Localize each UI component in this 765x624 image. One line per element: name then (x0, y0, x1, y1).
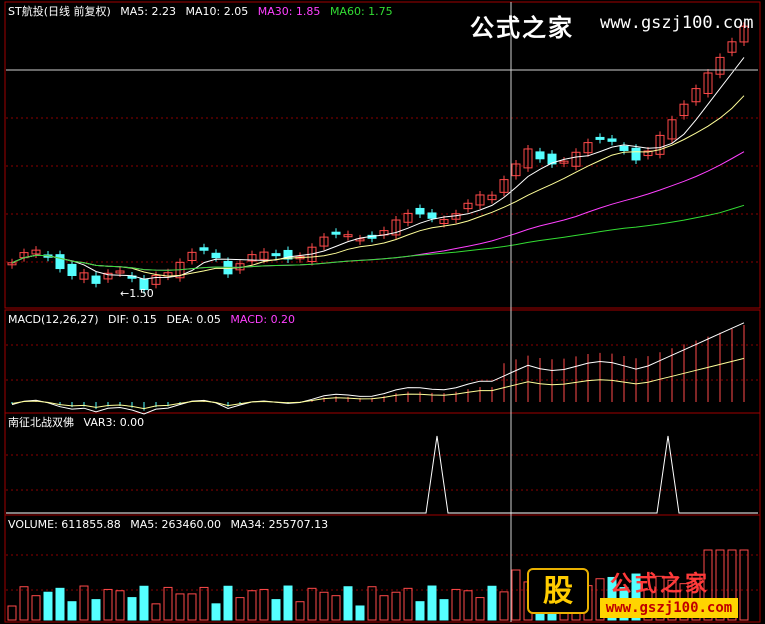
volume-bar (355, 605, 365, 621)
ma10-readout: MA10: 2.05 (185, 5, 249, 18)
ma30-readout: MA30: 1.85 (257, 5, 321, 18)
volume-bar (343, 586, 353, 621)
volume-bar (259, 588, 269, 621)
volume-bar (103, 588, 113, 621)
watermark-url: www.gszj100.com (600, 13, 754, 33)
volume-bar (67, 601, 77, 621)
macd-readout: MACD: 0.20 (230, 313, 296, 326)
dif-line (11, 322, 745, 415)
dea-readout: DEA: 0.05 (166, 313, 221, 326)
volume-bar (475, 597, 485, 621)
volume-bar (427, 585, 437, 621)
ma60-readout: MA60: 1.75 (329, 5, 393, 18)
low-price-marker: ←1.50 (120, 287, 154, 300)
volume-bar (439, 599, 449, 621)
dif-readout: DIF: 0.15 (108, 313, 157, 326)
volume-bar (163, 586, 173, 621)
volume-bar (91, 599, 101, 621)
volume-bar (283, 585, 293, 621)
ma30-line (11, 151, 745, 271)
candle-body (331, 231, 341, 235)
volume-bar (463, 590, 473, 621)
stock-chart-window[interactable]: ST航投(日线 前复权) MA5: 2.23 MA10: 2.05 MA30: … (0, 0, 765, 624)
candle-body (595, 136, 605, 140)
volume-bar (379, 595, 389, 621)
volume-bar (367, 586, 377, 621)
volume-bar (187, 593, 197, 621)
watermark-logo: 股 (527, 568, 589, 614)
volume-bar (235, 597, 245, 621)
ma5-readout: MA5: 2.23 (120, 5, 176, 18)
volume-bar (451, 588, 461, 621)
candle-body (271, 253, 281, 257)
volume-bar (487, 585, 497, 621)
var3-line (6, 435, 758, 514)
var3-readout: VAR3: 0.00 (83, 416, 145, 429)
volume-bar (271, 599, 281, 621)
volume-bar (211, 603, 221, 621)
vol-ma5-readout: MA5: 263460.00 (130, 518, 221, 531)
candle-body (631, 147, 641, 161)
vol-ma34-readout: MA34: 255707.13 (230, 518, 329, 531)
var-title: 南征北战双佛 (8, 416, 74, 429)
stock-title: ST航投(日线 前复权) (8, 5, 111, 18)
volume-bar (55, 587, 65, 621)
ma10-line (11, 95, 745, 277)
watermark-bottom-title: 公式之家 (610, 572, 711, 597)
volume-bar (19, 586, 29, 621)
candle-body (619, 145, 629, 151)
volume-bar (43, 591, 53, 621)
volume-panel-header: VOLUME: 611855.88 MA5: 263460.00 MA34: 2… (8, 518, 334, 531)
candle-body (427, 212, 437, 219)
volume-bar (415, 601, 425, 621)
volume-bar (319, 591, 329, 621)
macd-panel-header: MACD(12,26,27) DIF: 0.15 DEA: 0.05 MACD:… (8, 313, 301, 326)
watermark-title: 公式之家 (470, 14, 574, 42)
volume-bar (79, 585, 89, 621)
volume-bar (7, 605, 17, 621)
var-panel-header: 南征北战双佛 VAR3: 0.00 (8, 416, 150, 429)
volume-bar (199, 586, 209, 621)
candle-body (67, 263, 77, 277)
volume-bar (499, 591, 509, 621)
volume-bar (511, 569, 521, 621)
volume-bar (391, 591, 401, 621)
volume-bar (223, 585, 233, 621)
candle-body (607, 138, 617, 142)
volume-bar (295, 601, 305, 621)
ma5-line (11, 57, 745, 280)
volume-bar (331, 595, 341, 621)
volume-bar (115, 590, 125, 621)
volume-bar (175, 593, 185, 621)
ma60-line (11, 204, 745, 271)
candle-body (55, 254, 65, 270)
candle-body (535, 151, 545, 160)
candle-body (91, 275, 101, 284)
volume-bar (151, 603, 161, 621)
main-panel-header: ST航投(日线 前复权) MA5: 2.23 MA10: 2.05 MA30: … (8, 5, 399, 18)
candle-body (415, 207, 425, 215)
dea-line (11, 357, 745, 410)
macd-title: MACD(12,26,27) (8, 313, 99, 326)
volume-bar (307, 587, 317, 621)
volume-bar (247, 590, 257, 621)
volume-bar (31, 595, 41, 621)
volume-title: VOLUME: 611855.88 (8, 518, 121, 531)
volume-bar (739, 549, 749, 621)
watermark-bottom-url: www.gszj100.com (600, 598, 738, 618)
candle-body (199, 247, 209, 251)
candle-body (211, 252, 221, 259)
volume-bar (139, 585, 149, 621)
volume-bar (403, 587, 413, 621)
volume-bar (127, 597, 137, 621)
